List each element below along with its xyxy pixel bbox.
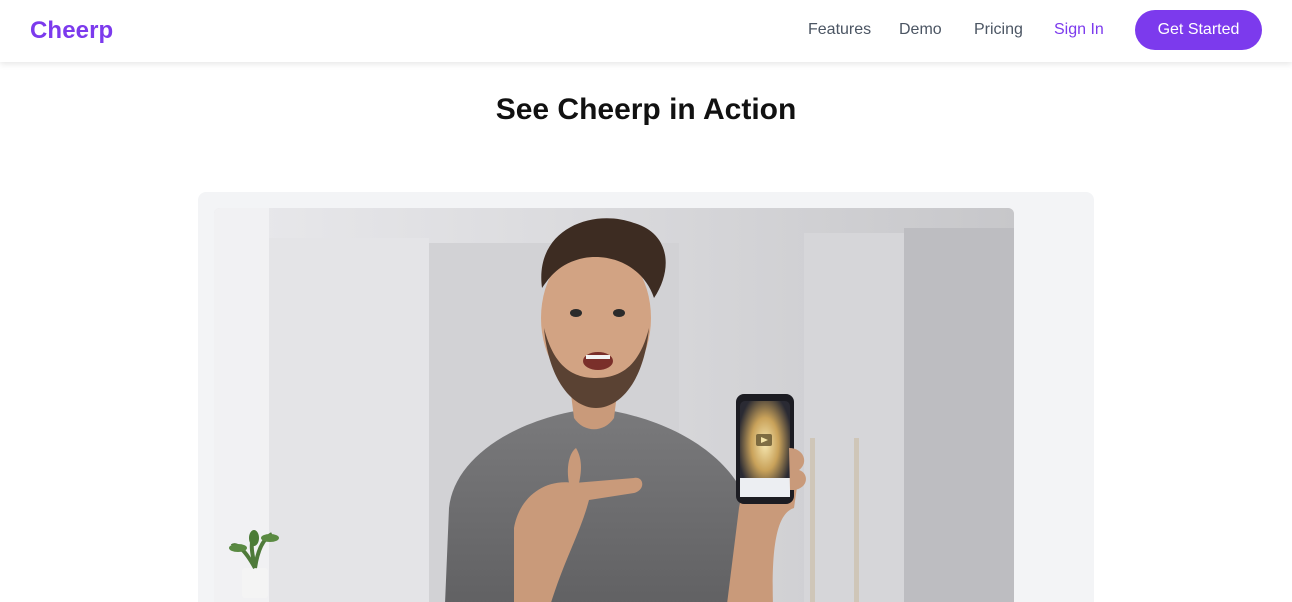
sign-in-link[interactable]: Sign In — [1054, 21, 1104, 39]
brand-logo[interactable]: Cheerp — [30, 17, 113, 45]
get-started-button[interactable]: Get Started — [1135, 10, 1262, 50]
demo-video-thumbnail[interactable] — [214, 208, 1014, 602]
demo-video-scene — [214, 208, 1014, 602]
nav-link-pricing[interactable]: Pricing — [974, 21, 1023, 39]
top-navbar: Cheerp Features Demo Pricing Sign In Get… — [0, 0, 1292, 62]
play-icon — [756, 434, 772, 446]
nav-link-features[interactable]: Features — [808, 21, 871, 39]
demo-section-title: See Cheerp in Action — [495, 93, 797, 126]
nav-link-demo[interactable]: Demo — [899, 21, 942, 39]
demo-video-card — [198, 192, 1094, 602]
